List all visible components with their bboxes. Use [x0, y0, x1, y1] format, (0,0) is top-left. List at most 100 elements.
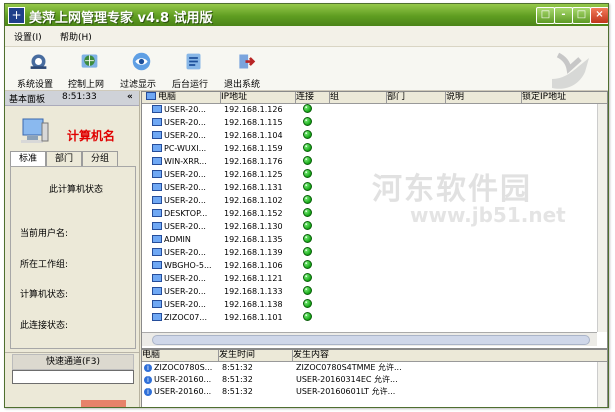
computer-cell: WIN-XRR... — [142, 156, 220, 167]
tab-group[interactable]: 分组 — [82, 151, 118, 166]
computer-cell: USER-20... — [142, 182, 220, 193]
connection-status-icon — [303, 299, 323, 310]
column-ip[interactable]: IP地址 — [221, 92, 296, 103]
computer-icon — [152, 157, 162, 165]
system-settings-button[interactable]: 系统设置 — [10, 50, 60, 90]
log-vertical-scrollbar[interactable] — [597, 362, 607, 407]
computer-cell: USER-20... — [142, 195, 220, 206]
background-run-icon — [186, 53, 201, 70]
computer-icon — [21, 118, 49, 143]
computer-icon — [152, 105, 162, 113]
decorative-logo-icon — [552, 52, 589, 89]
ip-cell: 192.168.1.138 — [224, 300, 283, 309]
table-row[interactable]: WBGHO-5... 192.168.1.106 — [142, 260, 597, 271]
log-row[interactable]: i USER-20160... 8:51:32 USER-20160601LT 允许.… — [142, 386, 597, 397]
green-status-icon — [303, 234, 312, 243]
table-row[interactable]: ADMIN 192.168.1.135 — [142, 234, 597, 245]
watermark-primary: 河东软件园 — [372, 172, 532, 207]
ip-cell: 192.168.1.152 — [224, 209, 283, 218]
table-row[interactable]: USER-20... 192.168.1.121 — [142, 273, 597, 284]
table-row[interactable]: ZIZOC07... 192.168.1.101 — [142, 312, 597, 323]
connection-status-icon — [303, 156, 323, 167]
quick-channel-input[interactable] — [12, 370, 134, 384]
table-row[interactable]: USER-20... 192.168.1.115 — [142, 117, 597, 128]
green-status-icon — [303, 143, 312, 152]
ip-cell: 192.168.1.139 — [224, 248, 283, 257]
computer-icon — [152, 274, 162, 282]
computer-icon — [152, 248, 162, 256]
connection-status-icon — [303, 130, 323, 141]
current-user-label: 当前用户名: — [20, 229, 69, 239]
computer-cell: ZIZOC07... — [142, 312, 220, 323]
restore-button[interactable]: □ — [536, 7, 555, 24]
tab-department[interactable]: 部门 — [46, 151, 82, 166]
maximize-button[interactable]: □ — [572, 7, 591, 24]
filter-display-button[interactable]: 过滤显示 — [113, 50, 163, 90]
connection-status-icon — [303, 221, 323, 232]
horizontal-scrollbar[interactable] — [142, 332, 597, 346]
horizontal-scroll-thumb[interactable] — [152, 335, 590, 345]
ip-cell: 192.168.1.104 — [224, 131, 283, 140]
log-row[interactable]: i ZIZOC0780S... 8:51:32 ZIZOC0780S4TMME 允许.… — [142, 362, 597, 373]
sidebar-header: 基本面板 8:51:33 « — [5, 91, 139, 106]
connection-status-label: 此连接状态: — [20, 321, 69, 331]
computer-icon — [152, 196, 162, 204]
column-group[interactable]: 组 — [330, 92, 387, 103]
computer-icon — [152, 313, 162, 321]
status-title: 此计算机状态 — [49, 185, 104, 195]
green-status-icon — [303, 299, 312, 308]
connection-status-icon — [303, 247, 323, 258]
log-column-content[interactable]: 发生内容 — [293, 350, 597, 361]
window-title: 美萍上网管理专家 v4.8 试用版 — [29, 11, 213, 26]
tab-standard[interactable]: 标准 — [10, 151, 46, 166]
computer-cell: USER-20... — [142, 169, 220, 180]
info-icon: i — [144, 364, 152, 372]
collapse-icon[interactable]: « — [127, 92, 133, 102]
ip-cell: 192.168.1.176 — [224, 157, 283, 166]
log-column-computer[interactable]: 电脑 — [142, 350, 219, 361]
computer-icon — [152, 300, 162, 308]
menu-help[interactable]: 帮助(H) — [60, 30, 92, 43]
log-row[interactable]: i USER-20160... 8:51:32 USER-20160314EC 允许.… — [142, 374, 597, 385]
internet-control-button[interactable]: 控制上网 — [61, 50, 111, 90]
table-row[interactable]: PC-WUXI... 192.168.1.159 — [142, 143, 597, 154]
column-description[interactable]: 说明 — [446, 92, 522, 103]
green-status-icon — [303, 104, 312, 113]
table-row[interactable]: USER-20... 192.168.1.104 — [142, 130, 597, 141]
watermark-secondary: www.jb51.net — [410, 203, 566, 227]
background-run-label: 后台运行 — [171, 80, 208, 90]
column-locked-ip[interactable]: 锁定IP地址 — [522, 92, 607, 103]
computer-cell: USER-20... — [142, 299, 220, 310]
ip-cell: 192.168.1.102 — [224, 196, 283, 205]
computer-icon — [152, 261, 162, 269]
vertical-scrollbar[interactable] — [597, 104, 607, 332]
filter-display-icon — [132, 52, 151, 71]
green-status-icon — [303, 208, 312, 217]
table-row[interactable]: USER-20... 192.168.1.138 — [142, 299, 597, 310]
computer-icon — [152, 183, 162, 191]
connection-status-icon — [303, 273, 323, 284]
column-department[interactable]: 部门 — [387, 92, 446, 103]
event-log-header: 电脑 发生时间 发生内容 — [142, 350, 607, 362]
computer-icon — [152, 170, 162, 178]
column-computer[interactable]: 电脑 — [142, 92, 221, 103]
ip-cell: 192.168.1.133 — [224, 287, 283, 296]
computer-icon — [152, 144, 162, 152]
computer-icon — [152, 235, 162, 243]
ip-cell: 192.168.1.115 — [224, 118, 283, 127]
connection-status-icon — [303, 286, 323, 297]
table-row[interactable]: USER-20... 192.168.1.126 — [142, 104, 597, 115]
background-run-button[interactable]: 后台运行 — [165, 50, 215, 90]
column-connection[interactable]: 连接 — [296, 92, 330, 103]
log-column-time[interactable]: 发生时间 — [219, 350, 293, 361]
close-button[interactable]: × — [590, 7, 608, 24]
green-status-icon — [303, 273, 312, 282]
app-icon: + — [8, 7, 25, 24]
menu-settings[interactable]: 设置(I) — [14, 30, 42, 43]
exit-system-button[interactable]: 退出系统 — [217, 50, 267, 90]
computer-cell: PC-WUXI... — [142, 143, 220, 154]
table-row[interactable]: USER-20... 192.168.1.139 — [142, 247, 597, 258]
computer-cell: USER-20... — [142, 130, 220, 141]
table-row[interactable]: USER-20... 192.168.1.133 — [142, 286, 597, 297]
minimize-button[interactable]: - — [554, 7, 573, 24]
